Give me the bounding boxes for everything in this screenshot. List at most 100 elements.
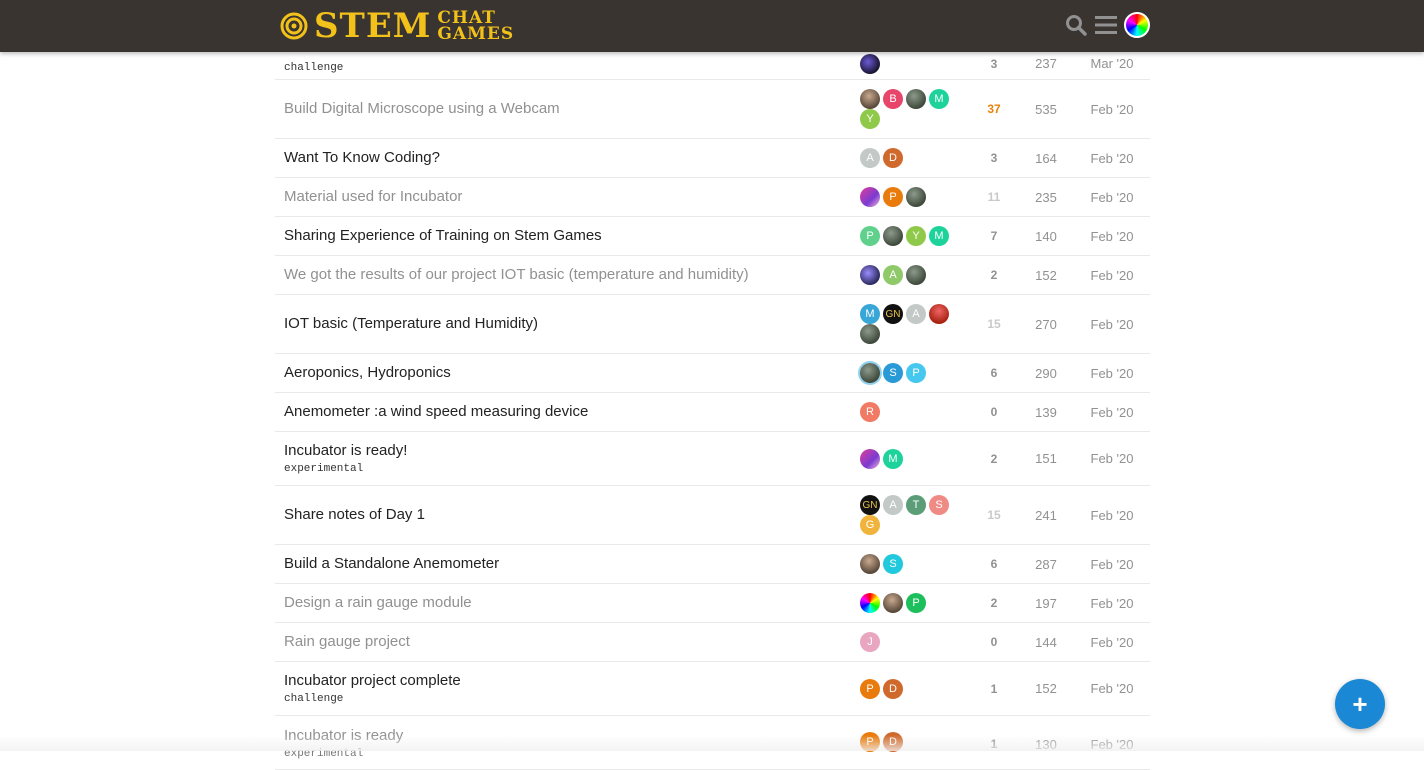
poster-avatar[interactable] [860,363,880,383]
topic-row[interactable]: We got the results of our project IOT ba… [275,256,1150,295]
topic-row[interactable]: Build a Standalone Anemometer S 6 287 Fe… [275,545,1150,584]
topic-row[interactable]: Incubator is ready! experimental M 2 151… [275,432,1150,486]
poster-avatar[interactable] [883,226,903,246]
poster-avatar[interactable]: P [860,226,880,246]
topic-row[interactable]: Anemometer :a wind speed measuring devic… [275,393,1150,432]
poster-avatar[interactable] [929,304,949,324]
poster-avatar[interactable] [860,53,880,74]
topic-title-link[interactable]: Aeroponics, Hydroponics [284,364,860,382]
topic-row[interactable]: Incubator is ready experimental P D 1 13… [275,716,1150,770]
poster-avatar[interactable]: A [883,495,903,515]
poster-avatar[interactable]: S [883,554,903,574]
topic-activity[interactable]: Feb '20 [1074,596,1150,611]
poster-avatar[interactable]: A [883,265,903,285]
poster-avatar[interactable] [860,89,880,109]
topic-posters: M [860,448,970,469]
poster-avatar[interactable]: GN [883,304,903,324]
poster-avatar[interactable]: Y [860,109,880,129]
topic-activity[interactable]: Feb '20 [1074,727,1150,752]
topic-title-link[interactable]: We got the results of our project IOT ba… [284,266,860,284]
poster-avatar[interactable] [860,593,880,613]
poster-avatar[interactable] [906,187,926,207]
topic-row[interactable]: Rain gauge project J 0 144 Feb '20 [275,623,1150,662]
poster-avatar[interactable] [860,554,880,574]
topic-title-link[interactable]: Build Digital Microscope using a Webcam [284,100,860,118]
poster-avatar[interactable]: A [860,148,880,168]
topic-activity[interactable]: Feb '20 [1074,102,1150,117]
topic-activity[interactable]: Feb '20 [1074,557,1150,572]
poster-avatar[interactable]: S [929,495,949,515]
poster-avatar[interactable]: M [929,89,949,109]
topic-row[interactable]: Sharing Experience of Training on Stem G… [275,217,1150,256]
topic-title-link[interactable]: Anemometer :a wind speed measuring devic… [284,403,860,421]
topic-replies: 3 [990,151,998,165]
poster-avatar[interactable] [883,593,903,613]
topic-activity[interactable]: Feb '20 [1074,229,1150,244]
poster-avatar[interactable]: A [906,304,926,324]
poster-avatar[interactable]: P [906,363,926,383]
poster-avatar[interactable]: T [906,495,926,515]
poster-avatar[interactable]: B [883,89,903,109]
poster-avatar[interactable]: G [860,515,880,535]
poster-avatar[interactable]: P [860,678,880,699]
topic-activity[interactable]: Feb '20 [1074,405,1150,420]
topic-title-link[interactable]: Incubator project complete [284,672,860,690]
topic-title-link[interactable]: Share notes of Day 1 [284,506,860,524]
poster-avatar[interactable] [860,187,880,207]
topic-activity[interactable]: Feb '20 [1074,268,1150,283]
topic-activity[interactable]: Feb '20 [1074,681,1150,696]
topic-title-link[interactable]: Incubator is ready! [284,442,860,460]
topic-activity[interactable]: Feb '20 [1074,151,1150,166]
topic-row[interactable]: Want To Know Coding? A D 3 164 Feb '20 [275,139,1150,178]
topic-activity[interactable]: Feb '20 [1074,635,1150,650]
topic-row[interactable]: IOT basic (Temperature and Humidity) M G… [275,295,1150,354]
topic-row[interactable]: Incubator project complete challenge P D… [275,662,1150,716]
poster-avatar[interactable]: Y [906,226,926,246]
hamburger-menu-icon[interactable] [1094,13,1118,37]
topic-activity[interactable]: Feb '20 [1074,190,1150,205]
topic-row[interactable]: Design a rain gauge module P 2 197 Feb '… [275,584,1150,623]
topic-title-link[interactable]: Design a rain gauge module [284,594,860,612]
topic-tag[interactable]: challenge [284,693,860,705]
poster-avatar[interactable]: D [883,148,903,168]
topic-tag[interactable]: experimental [284,748,860,760]
poster-avatar[interactable]: R [860,402,880,422]
poster-avatar[interactable]: M [860,304,880,324]
topic-title-link[interactable]: IOT basic (Temperature and Humidity) [284,315,860,333]
poster-avatar[interactable] [860,265,880,285]
current-user-avatar[interactable] [1124,12,1150,38]
poster-avatar[interactable]: P [860,732,880,752]
topic-activity[interactable]: Feb '20 [1074,508,1150,523]
topic-title-link[interactable]: Build a Standalone Anemometer [284,555,860,573]
poster-avatar[interactable] [906,265,926,285]
poster-avatar[interactable]: M [929,226,949,246]
new-topic-button[interactable]: + [1335,679,1385,729]
poster-avatar[interactable] [860,324,880,344]
poster-avatar[interactable] [906,89,926,109]
poster-avatar[interactable]: P [906,593,926,613]
topic-row[interactable]: Share notes of Day 1 GN A T S G 15 241 F… [275,486,1150,545]
poster-avatar[interactable]: GN [860,495,880,515]
topic-title-link[interactable]: Want To Know Coding? [284,149,860,167]
poster-avatar[interactable] [860,448,880,469]
poster-avatar[interactable]: J [860,632,880,652]
topic-activity[interactable]: Feb '20 [1074,366,1150,381]
topic-activity[interactable]: Feb '20 [1074,451,1150,466]
topic-title-link[interactable]: Sharing Experience of Training on Stem G… [284,227,860,245]
topic-row[interactable]: Aeroponics, Hydroponics S P 6 290 Feb '2… [275,354,1150,393]
poster-avatar[interactable]: D [883,732,903,752]
poster-avatar[interactable]: P [883,187,903,207]
poster-avatar[interactable]: D [883,678,903,699]
topic-activity[interactable]: Feb '20 [1074,317,1150,332]
topic-title-link[interactable]: Material used for Incubator [284,188,860,206]
poster-avatar[interactable]: M [883,448,903,469]
search-icon[interactable] [1064,13,1088,37]
topic-title-link[interactable]: Incubator is ready [284,727,860,745]
topic-title-link[interactable]: Rain gauge project [284,633,860,651]
site-logo[interactable]: STEM CHAT GAMES [280,8,514,44]
topic-row[interactable]: Build Digital Microscope using a Webcam … [275,80,1150,139]
topic-tag[interactable]: experimental [284,463,860,475]
topic-row[interactable]: Material used for Incubator P 11 235 Feb… [275,178,1150,217]
topic-tag[interactable]: challenge [284,62,860,74]
poster-avatar[interactable]: S [883,363,903,383]
